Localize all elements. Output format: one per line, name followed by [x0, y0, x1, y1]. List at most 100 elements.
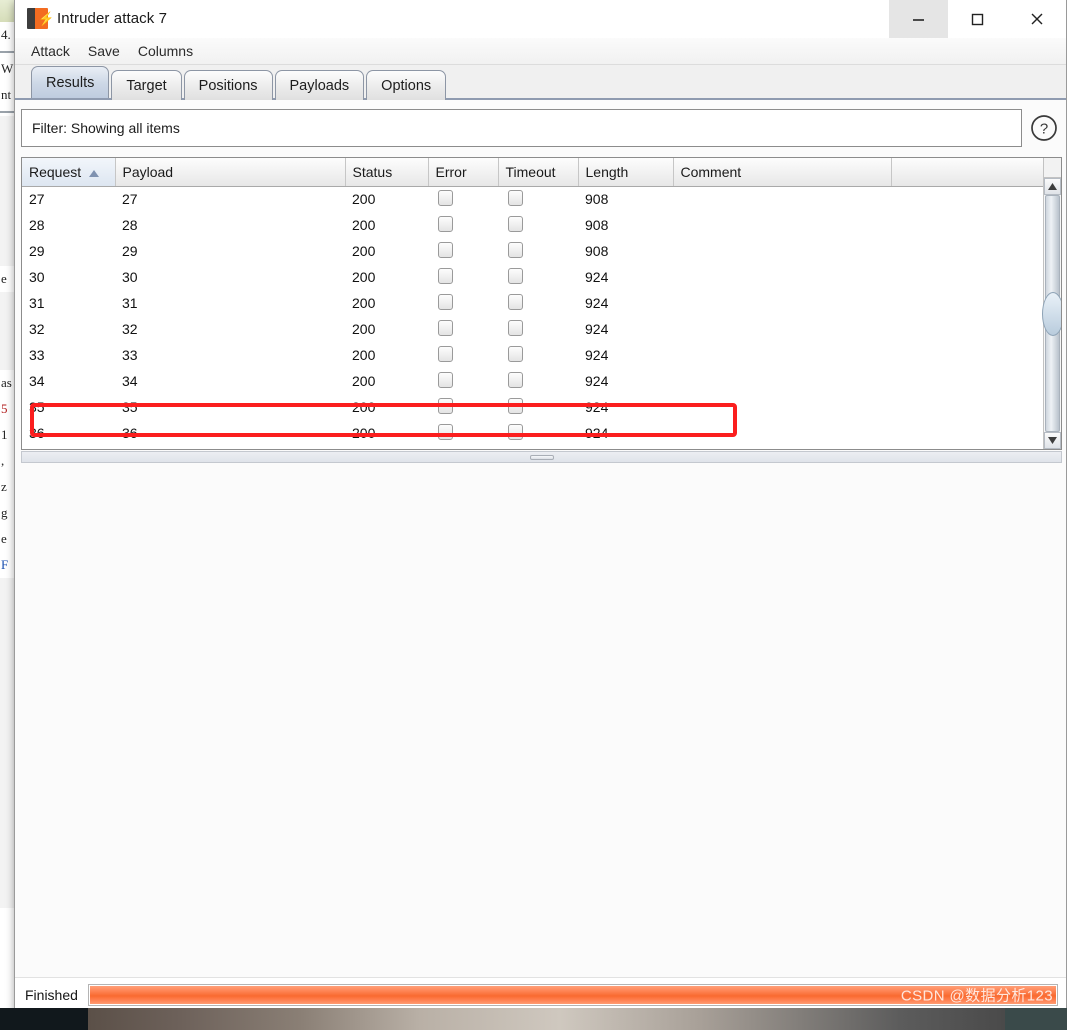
minimize-button[interactable] [889, 0, 948, 38]
cell-payload: 27 [122, 191, 138, 208]
tab-results[interactable]: Results [31, 66, 110, 98]
title-bar[interactable]: ⚡ Intruder attack 7 [15, 0, 1066, 38]
table-row[interactable]: 29 29 200 908 [22, 238, 1043, 264]
cell-error-checkbox[interactable] [438, 189, 453, 206]
table-row-partial[interactable] [22, 446, 1043, 449]
chevron-down-icon [1048, 437, 1057, 444]
cell-error[interactable] [428, 368, 498, 394]
cell-error-checkbox[interactable] [438, 397, 453, 414]
results-table: Request Payload Status Error Timeout Len… [22, 158, 1043, 449]
background-window-line: e [1, 271, 7, 286]
scrollbar-grip[interactable] [1042, 291, 1061, 336]
table-row[interactable]: 36 36 200 924 [22, 420, 1043, 446]
cell-timeout-checkbox[interactable] [508, 345, 523, 362]
cell-error[interactable] [428, 342, 498, 368]
cell-timeout[interactable] [498, 186, 578, 212]
question-mark-icon: ? [1031, 115, 1057, 141]
cell-timeout[interactable] [498, 342, 578, 368]
tab-target[interactable]: Target [111, 70, 182, 100]
cell-error[interactable] [428, 394, 498, 420]
close-button[interactable] [1007, 0, 1066, 38]
cell-partial[interactable] [498, 446, 578, 449]
scrollbar-thumb[interactable] [1042, 195, 1061, 432]
cell-timeout[interactable] [498, 238, 578, 264]
cell-error-checkbox[interactable] [438, 215, 453, 232]
cell-error[interactable] [428, 212, 498, 238]
cell-timeout-checkbox[interactable] [508, 397, 523, 414]
background-window-sliver[interactable]: 4. W nt e as 5 1 , z g e F [0, 0, 14, 1012]
cell-timeout-checkbox[interactable] [508, 319, 523, 336]
menu-item-columns[interactable]: Columns [136, 42, 195, 60]
panel-splitter[interactable] [21, 451, 1062, 463]
table-row[interactable]: 34 34 200 924 [22, 368, 1043, 394]
cell-error-checkbox[interactable] [438, 345, 453, 362]
cell-error[interactable] [428, 264, 498, 290]
chevron-up-icon [1048, 183, 1057, 190]
cell-length: 924 [585, 425, 609, 441]
cell-status: 200 [352, 399, 376, 415]
cell-timeout-checkbox[interactable] [508, 189, 523, 206]
cell-error-checkbox[interactable] [438, 241, 453, 258]
column-header-status[interactable]: Status [345, 158, 429, 187]
cell-timeout[interactable] [498, 290, 578, 316]
table-row[interactable]: 30 30 200 924 [22, 264, 1043, 290]
table-row[interactable]: 35 35 200 924 [22, 394, 1043, 420]
cell-timeout-checkbox[interactable] [508, 423, 523, 440]
cell-timeout-checkbox[interactable] [508, 215, 523, 232]
cell-timeout[interactable] [498, 316, 578, 342]
cell-timeout-checkbox[interactable] [508, 371, 523, 388]
cell-error[interactable] [428, 186, 498, 212]
cell-request: 32 [29, 321, 45, 337]
table-row[interactable]: 28 28 200 908 [22, 212, 1043, 238]
table-row[interactable]: 31 31 200 924 [22, 290, 1043, 316]
splitter-grip-icon [529, 454, 554, 460]
cell-error[interactable] [428, 238, 498, 264]
tab-options[interactable]: Options [366, 70, 447, 100]
cell-error-checkbox[interactable] [438, 423, 453, 440]
column-header-timeout[interactable]: Timeout [498, 158, 579, 187]
column-header-comment[interactable]: Comment [673, 158, 892, 187]
cell-error-checkbox[interactable] [438, 319, 453, 336]
cell-error[interactable] [428, 420, 498, 446]
column-header-request[interactable]: Request [22, 158, 116, 187]
cell-timeout[interactable] [498, 394, 578, 420]
cell-timeout-checkbox[interactable] [508, 241, 523, 258]
tab-payloads[interactable]: Payloads [274, 70, 365, 100]
filter-bar[interactable]: Filter: Showing all items [21, 109, 1022, 147]
scroll-down-button[interactable] [1044, 432, 1061, 449]
cell-timeout[interactable] [498, 212, 578, 238]
cell-timeout[interactable] [498, 368, 578, 394]
cell-timeout[interactable] [498, 420, 578, 446]
cell-payload: 30 [122, 269, 138, 285]
cell-timeout[interactable] [498, 264, 578, 290]
cell-error[interactable] [428, 316, 498, 342]
menu-item-save[interactable]: Save [86, 42, 122, 60]
table-row[interactable]: 32 32 200 924 [22, 316, 1043, 342]
column-header-payload[interactable]: Payload [115, 158, 346, 187]
cell-error-checkbox[interactable] [438, 293, 453, 310]
column-header-length[interactable]: Length [578, 158, 674, 187]
cell-error[interactable] [428, 290, 498, 316]
cell-status: 200 [352, 321, 376, 337]
cell-status: 200 [352, 217, 376, 233]
cell-filler [891, 316, 1043, 342]
svg-text:?: ? [1040, 121, 1048, 138]
maximize-button[interactable] [948, 0, 1007, 38]
cell-timeout-checkbox[interactable] [508, 267, 523, 284]
table-row[interactable]: 27 27 200 908 [22, 186, 1043, 212]
background-window-divider [0, 111, 14, 113]
tab-positions[interactable]: Positions [183, 70, 273, 100]
cell-error-checkbox[interactable] [438, 267, 453, 284]
help-button[interactable]: ? [1026, 109, 1062, 147]
cell-timeout-checkbox[interactable] [508, 293, 523, 310]
background-window-line: , [1, 453, 5, 468]
results-vertical-scrollbar[interactable] [1042, 158, 1061, 449]
cell-error-checkbox[interactable] [438, 371, 453, 388]
table-row[interactable]: 33 33 200 924 [22, 342, 1043, 368]
cell-partial[interactable] [428, 446, 498, 449]
tab-strip: Results Target Positions Payloads Option… [15, 65, 1066, 100]
column-header-error[interactable]: Error [428, 158, 499, 187]
menu-item-attack[interactable]: Attack [29, 42, 72, 60]
scrollbar-track[interactable] [1042, 195, 1061, 432]
scroll-up-button[interactable] [1044, 178, 1061, 195]
